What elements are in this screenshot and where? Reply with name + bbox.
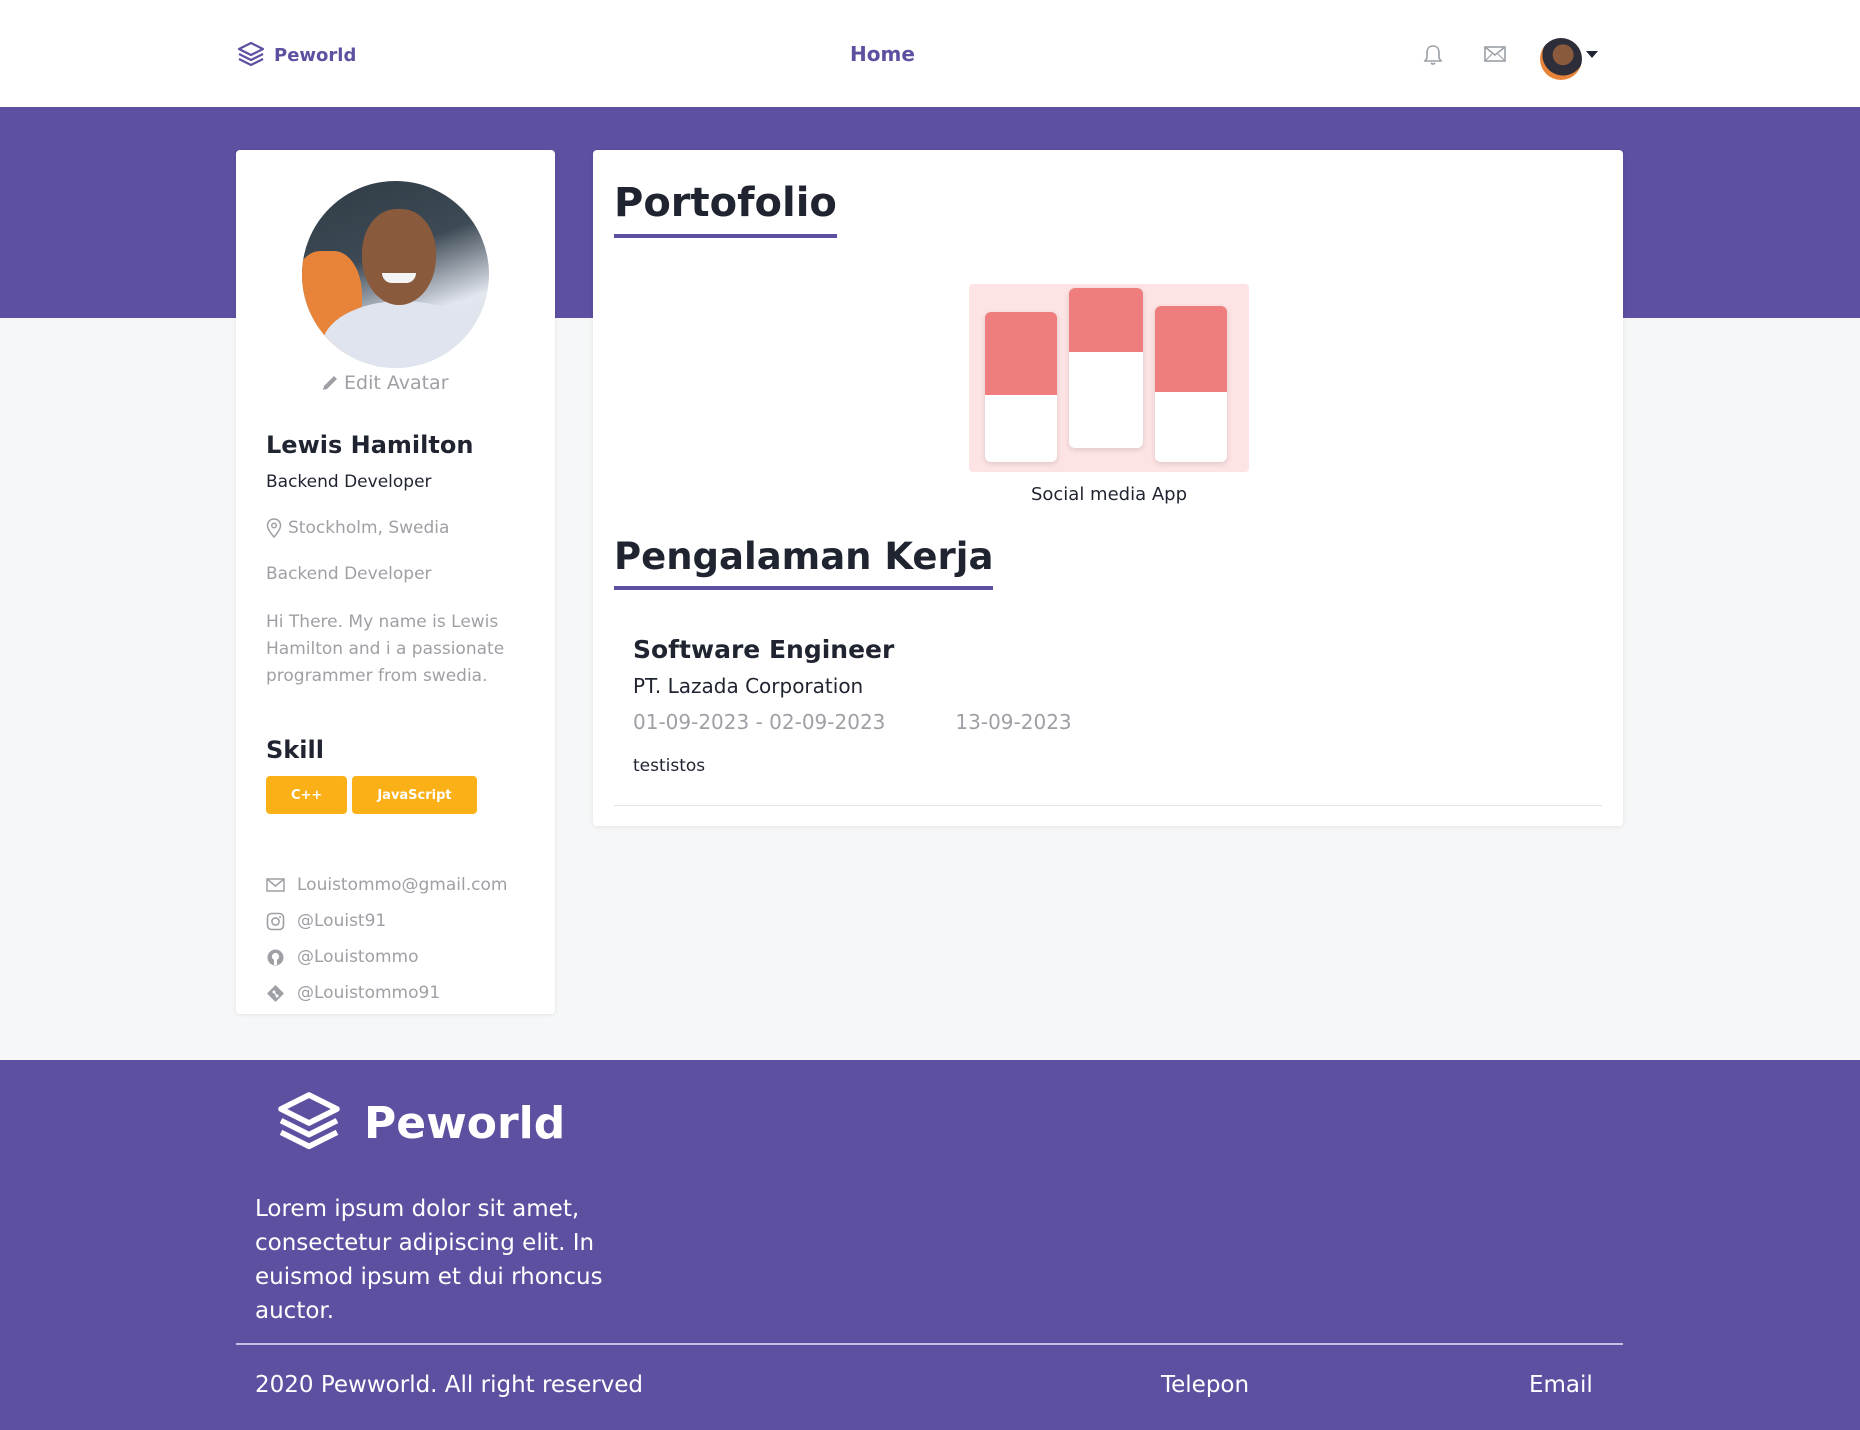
experience-company: PT. Lazada Corporation (633, 674, 864, 698)
avatar[interactable] (1540, 38, 1582, 80)
navbar: Peworld Home (0, 0, 1860, 107)
footer-copyright: 2020 Pewworld. All right reserved (255, 1372, 644, 1398)
contact-github-text: @Louistommo (297, 947, 419, 967)
edit-avatar-label: Edit Avatar (344, 372, 449, 394)
layers-icon (278, 1092, 340, 1150)
mail-icon[interactable] (1483, 44, 1507, 68)
portfolio-item[interactable]: Social media App (969, 284, 1249, 505)
instagram-icon (266, 912, 285, 930)
contact-list: Louistommo@gmail.com @Louist91 @Louistom… (266, 867, 507, 1011)
contact-instagram-text: @Louist91 (297, 911, 387, 931)
experience-item: Software Engineer PT. Lazada Corporation… (633, 635, 1583, 776)
footer-link-phone[interactable]: Telepon (1161, 1372, 1249, 1398)
portfolio-caption: Social media App (1030, 484, 1188, 505)
contact-instagram[interactable]: @Louist91 (266, 903, 507, 939)
contact-email-text: Louistommo@gmail.com (297, 875, 508, 895)
profile-name: Lewis Hamilton (266, 431, 474, 459)
experience-title: Pengalaman Kerja (614, 535, 994, 590)
main-card: Portofolio Social media App Pengalaman K… (593, 150, 1623, 826)
contact-email[interactable]: Louistommo@gmail.com (266, 867, 507, 903)
footer-brand-name: Peworld (364, 1097, 566, 1149)
chevron-down-icon[interactable] (1586, 51, 1598, 58)
edit-avatar-button[interactable]: Edit Avatar (320, 372, 449, 394)
nav-link-home[interactable]: Home (850, 42, 915, 66)
skill-chip: JavaScript (352, 776, 477, 814)
mail-icon (266, 878, 285, 892)
profile-bio: Hi There. My name is Lewis Hamilton and … (266, 612, 505, 686)
contact-github[interactable]: @Louistommo (266, 939, 507, 975)
portfolio-thumbnail (969, 284, 1249, 472)
profile-card: Edit Avatar Lewis Hamilton Backend Devel… (236, 150, 555, 1014)
skill-title: Skill (266, 736, 324, 764)
git-icon (267, 984, 284, 1002)
experience-description: testistos (633, 756, 706, 776)
skill-chip: C++ (266, 776, 348, 814)
contact-gitlab[interactable]: @Louistommo91 (266, 975, 507, 1011)
divider (614, 805, 1602, 806)
portfolio-title: Portofolio (614, 180, 837, 238)
bell-icon[interactable] (1423, 44, 1443, 70)
contact-gitlab-text: @Louistommo91 (297, 983, 441, 1003)
profile-location-text: Stockholm, Swedia (288, 518, 450, 538)
experience-date: 13-09-2023 (955, 710, 1072, 734)
experience-role: Software Engineer (633, 635, 895, 664)
skill-list: C++ JavaScript (266, 776, 477, 814)
brand-logo[interactable]: Peworld (236, 40, 356, 70)
layers-icon (237, 41, 265, 67)
github-icon (267, 949, 284, 965)
footer: Peworld Lorem ipsum dolor sit amet, cons… (0, 1060, 1860, 1430)
pencil-icon (323, 376, 337, 390)
footer-link-email[interactable]: Email (1529, 1372, 1593, 1398)
profile-location: Stockholm, Swedia (266, 518, 449, 538)
footer-brand: Peworld (274, 1088, 565, 1158)
profile-job-detail: Backend Developer (266, 564, 432, 584)
footer-divider (236, 1343, 1623, 1345)
profile-avatar (302, 181, 489, 368)
footer-description: Lorem ipsum dolor sit amet, consectetur … (255, 1196, 603, 1324)
experience-dates: 01-09-2023 - 02-09-2023 13-09-2023 (633, 710, 1583, 734)
map-pin-icon (266, 518, 282, 538)
experience-period: 01-09-2023 - 02-09-2023 (633, 710, 886, 734)
brand-name: Peworld (274, 44, 357, 66)
profile-job: Backend Developer (266, 472, 432, 492)
